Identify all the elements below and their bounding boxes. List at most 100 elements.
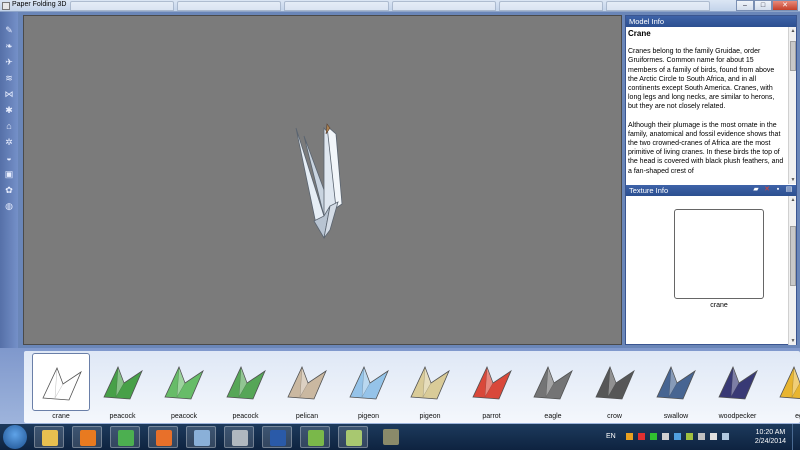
origami-thumbnail-icon [217,353,275,411]
model-thumbnail[interactable]: pelican [276,353,338,423]
flower-icon[interactable]: ✿ [3,184,15,196]
taskbar: EN 10:20 AM 2/24/2014 [0,424,800,450]
scroll-thumb[interactable] [790,226,796,286]
model-thumbnail-label: crow [607,413,622,420]
taskbar-frog-app-button[interactable] [300,426,330,448]
print-icon[interactable]: ▤ [785,186,793,194]
fan-icon[interactable]: ◒ [3,152,15,164]
app-icon [2,2,10,10]
texture-preview[interactable] [674,209,764,299]
tray-app-icon[interactable] [626,433,633,440]
tray-app-icon[interactable] [686,433,693,440]
model-thumbnail-label: eg [795,413,800,420]
media-player-icon [80,430,96,446]
origami-thumbnail-icon [94,353,152,411]
paper-folding-icon [346,430,362,446]
model-thumbnail[interactable]: pigeon [399,353,461,423]
dragonfly-icon[interactable]: ✱ [3,104,15,116]
taskbar-computer-button[interactable] [186,426,216,448]
model-description: Cranes belong to the family Gruidae, ord… [628,48,775,111]
taskbar-media-player-button[interactable] [72,426,102,448]
tool-app-icon [383,429,399,445]
hat-icon[interactable]: ⌂ [3,120,15,132]
model-thumbnail[interactable]: parrot [461,353,523,423]
3d-viewport[interactable] [23,15,622,345]
system-tray: EN 10:20 AM 2/24/2014 [600,424,800,450]
model-thumbnail[interactable]: eagle [522,353,584,423]
model-thumbnail-label: parrot [482,413,501,420]
ring-icon[interactable]: ◍ [3,200,15,212]
model-thumbnail-label: peacock [232,413,259,420]
close-button[interactable]: ✕ [772,0,798,11]
bug-icon[interactable]: ✲ [3,136,15,148]
save-icon[interactable]: ▪ [774,186,782,194]
model-thumbnail[interactable]: swallow [645,353,707,423]
tray-app-icon[interactable] [662,433,669,440]
taskbar-scanner-button[interactable] [224,426,254,448]
volume-icon[interactable] [722,433,729,440]
origami-thumbnail-icon [647,353,705,411]
network-icon[interactable] [698,433,705,440]
origami-thumbnail-icon [155,353,213,411]
action-center-icon[interactable] [710,433,717,440]
model-description: Although their plumage is the most ornat… [628,121,784,175]
model-thumbnail-label: eagle [544,413,562,420]
model-thumbnail-label: peacock [109,413,136,420]
chrome-icon [118,430,134,446]
tray-app-icon[interactable] [650,433,657,440]
tray-app-icon[interactable] [674,433,681,440]
origami-thumbnail-icon [524,353,582,411]
model-thumbnail-label: crane [52,413,70,420]
model-thumbnail[interactable]: crow [584,353,646,423]
ghost-tab [177,1,282,11]
taskbar-explorer-button[interactable] [34,426,64,448]
model-thumbnail-label: pigeon [357,413,380,420]
crane-icon[interactable]: ✈ [3,56,15,68]
origami-thumbnail-icon [278,353,336,411]
language-indicator[interactable]: EN [606,433,616,440]
maximize-button[interactable]: □ [754,0,772,11]
frog-app-icon [308,430,324,446]
model-thumbnail-label: pelican [295,413,319,420]
scroll-down-icon[interactable]: ▼ [789,176,796,184]
scroll-down-icon[interactable]: ▼ [789,337,797,345]
delete-icon[interactable]: ✕ [763,186,771,194]
model-thumbnail-label: peacock [170,413,198,420]
show-desktop-button[interactable] [792,424,800,450]
camera-icon[interactable]: ▣ [3,168,15,180]
model-thumbnail[interactable]: peacock [215,353,277,423]
bow-icon[interactable]: ⋈ [3,88,15,100]
title-bar: Paper Folding 3D – □ ✕ [0,0,800,12]
bird-icon[interactable]: ❧ [3,40,15,52]
taskbar-chrome-button[interactable] [110,426,140,448]
model-name: Crane [628,29,651,38]
model-thumbnail[interactable]: crane [30,353,92,423]
model-thumbnail[interactable]: peacock [92,353,154,423]
start-button[interactable] [3,425,27,449]
minimize-button[interactable]: – [736,0,754,11]
taskbar-paper-folding-button[interactable] [338,426,368,448]
origami-thumbnail-icon [32,353,90,411]
taskbar-tool-app-button[interactable] [376,426,406,448]
scroll-up-icon[interactable]: ▲ [789,27,796,35]
open-folder-icon[interactable]: ▰ [752,186,760,194]
model-info-scrollbar[interactable]: ▲ ▼ [788,27,796,184]
fish-icon[interactable]: ≋ [3,72,15,84]
model-thumbnail[interactable]: peacock [153,353,215,423]
tray-app-icon[interactable] [638,433,645,440]
scroll-up-icon[interactable]: ▲ [789,196,797,204]
taskbar-firefox-button[interactable] [148,426,178,448]
model-thumbnail[interactable]: woodpecker [707,353,769,423]
scroll-thumb[interactable] [790,41,796,71]
pencil-icon[interactable]: ✎ [3,24,15,36]
model-thumbnail[interactable]: pigeon [338,353,400,423]
model-thumbnail-label: swallow [663,413,689,420]
clock[interactable]: 10:20 AM 2/24/2014 [755,428,786,446]
model-thumbnail[interactable]: eg [768,353,800,423]
texture-scrollbar[interactable]: ▲ ▼ [788,196,796,345]
origami-thumbnail-icon [709,353,767,411]
model-thumbnail-label: woodpecker [718,413,757,420]
taskbar-word-button[interactable] [262,426,292,448]
texture-info-header: Texture Info ▰ ✕ ▪ ▤ [626,185,796,196]
scanner-icon [232,430,248,446]
